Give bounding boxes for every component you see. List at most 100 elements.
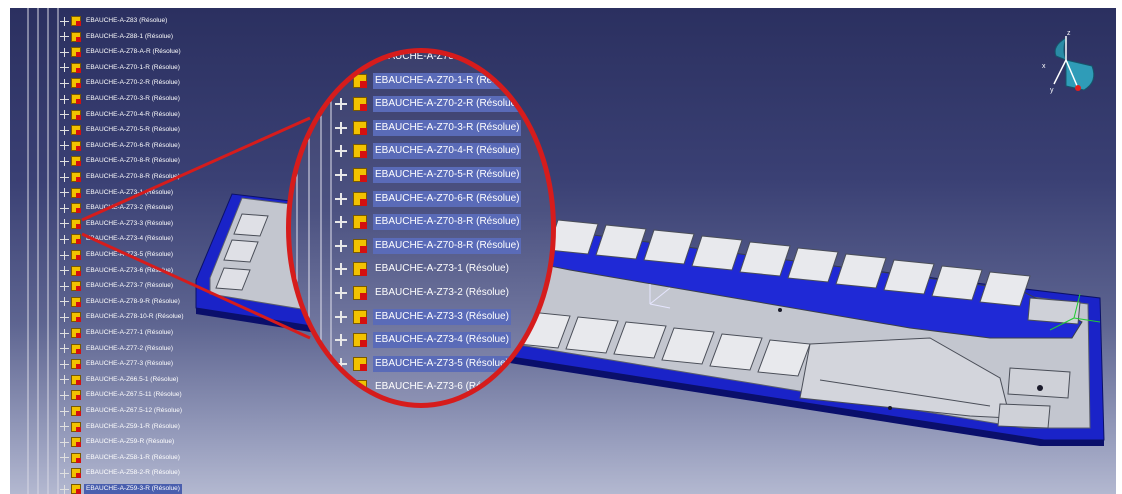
plus-node-icon[interactable]	[60, 16, 69, 26]
tree-item[interactable]: EBAUCHE-A-Z73-4 (Résolue)	[60, 232, 175, 246]
tree-item[interactable]: EBAUCHE-A-Z77-3 (Résolue)	[60, 357, 175, 371]
tree-item[interactable]: EBAUCHE-A-Z67.5-11 (Résolue)	[60, 388, 184, 402]
zoom-item-label: EBAUCHE-A-Z73-5 (Résolue)	[373, 355, 511, 372]
tree-item[interactable]: EBAUCHE-A-Z70-8-R (Résolue)	[60, 170, 182, 184]
tree-item[interactable]: EBAUCHE-A-Z70-3-R (Résolue)	[60, 92, 182, 106]
plus-node-icon[interactable]	[60, 32, 69, 42]
3d-viewport[interactable]: EBAUCHE-A-Z83 (Résolue) EBAUCHE-A-Z88-1 (…	[10, 8, 1116, 494]
tree-item[interactable]: EBAUCHE-A-Z70-4-R (Résolue)	[60, 108, 182, 122]
tree-item[interactable]: EBAUCHE-A-Z73-1 (Résolue)	[60, 186, 175, 200]
tree-item[interactable]: EBAUCHE-A-Z59-1-R (Résolue)	[60, 420, 182, 434]
plus-node-icon	[335, 357, 347, 370]
tree-item[interactable]: EBAUCHE-A-Z70-5-R (Résolue)	[60, 123, 182, 137]
tree-item[interactable]: EBAUCHE-A-Z59-3-R (Résolue)	[60, 482, 182, 494]
plus-node-icon[interactable]	[60, 328, 69, 338]
plus-node-icon[interactable]	[60, 203, 69, 213]
tree-item[interactable]: EBAUCHE-A-Z73-7 (Résolue)	[60, 279, 175, 293]
part-body-icon	[353, 215, 367, 230]
part-body-icon	[353, 262, 367, 277]
tree-item[interactable]: EBAUCHE-A-Z66.5-1 (Résolue)	[60, 373, 180, 387]
plus-node-icon[interactable]	[60, 78, 69, 88]
tree-item-label: EBAUCHE-A-Z73-3 (Résolue)	[86, 219, 174, 227]
plus-node-icon[interactable]	[60, 156, 69, 166]
tree-item[interactable]: EBAUCHE-A-Z67.5-12 (Résolue)	[60, 404, 184, 418]
plus-node-icon[interactable]	[60, 94, 69, 104]
zoom-item-label: EBAUCHE-A-Z70-2-R (Résolue)	[373, 96, 522, 113]
plus-node-icon[interactable]	[60, 437, 69, 447]
part-body-icon	[353, 333, 367, 348]
tree-item-label: EBAUCHE-A-Z67.5-12 (Résolue)	[86, 407, 183, 414]
tree-item[interactable]: EBAUCHE-A-Z73-6 (Résolue)	[60, 264, 175, 278]
plus-node-icon[interactable]	[60, 125, 69, 135]
part-body-icon	[71, 390, 81, 401]
plus-node-icon[interactable]	[60, 219, 69, 229]
plus-node-icon[interactable]	[60, 234, 69, 244]
plus-node-icon[interactable]	[60, 390, 69, 400]
part-body-icon	[71, 125, 81, 136]
plus-node-icon	[335, 53, 347, 63]
plus-node-icon[interactable]	[60, 266, 69, 276]
plus-node-icon[interactable]	[60, 188, 69, 198]
tree-item[interactable]: EBAUCHE-A-Z58-2-R (Résolue)	[60, 466, 182, 480]
tree-item-label: EBAUCHE-A-Z70-4-R (Résolue)	[86, 110, 180, 118]
plus-node-icon[interactable]	[60, 422, 69, 432]
plus-node-icon[interactable]	[60, 375, 69, 385]
part-body-icon	[71, 437, 81, 448]
plus-node-icon[interactable]	[60, 453, 69, 463]
tree-item[interactable]: EBAUCHE-A-Z88-1 (Résolue)	[60, 30, 175, 44]
tree-item[interactable]: EBAUCHE-A-Z78-A-R (Résolue)	[60, 45, 183, 59]
tree-item-label: EBAUCHE-A-Z66.5-1 (Résolue)	[86, 375, 179, 383]
specification-tree[interactable]: EBAUCHE-A-Z83 (Résolue) EBAUCHE-A-Z88-1 (…	[60, 8, 310, 494]
tree-item-label: EBAUCHE-A-Z83 (Résolue)	[86, 17, 168, 24]
plus-node-icon[interactable]	[60, 468, 69, 478]
tree-item[interactable]: EBAUCHE-A-Z73-2 (Résolue)	[60, 201, 175, 215]
plus-node-icon[interactable]	[60, 344, 69, 354]
plus-node-icon[interactable]	[60, 484, 69, 494]
plus-node-icon[interactable]	[60, 141, 69, 151]
part-body-icon	[71, 172, 81, 182]
tree-item-label: EBAUCHE-A-Z73-4 (Résolue)	[86, 235, 174, 243]
tree-item[interactable]: EBAUCHE-A-Z70-6-R (Résolue)	[60, 139, 182, 153]
tree-item-label: EBAUCHE-A-Z73-1 (Résolue)	[86, 188, 174, 196]
tree-item-label: EBAUCHE-A-Z73-7 (Résolue)	[86, 282, 174, 290]
plus-node-icon[interactable]	[60, 406, 69, 416]
part-body-icon	[353, 168, 367, 182]
tree-item-label: EBAUCHE-A-Z67.5-11 (Résolue)	[86, 391, 182, 399]
part-body-icon	[71, 156, 81, 167]
part-body-icon	[71, 265, 81, 276]
plus-node-icon	[335, 74, 347, 87]
plus-node-icon[interactable]	[60, 172, 69, 182]
part-body-icon	[71, 47, 81, 58]
zoom-tree-item: EBAUCHE-A-Z73-6 (Résolue)	[335, 377, 511, 397]
plus-node-icon[interactable]	[60, 110, 69, 120]
tree-item[interactable]: EBAUCHE-A-Z73-5 (Résolue)	[60, 248, 175, 262]
plus-node-icon[interactable]	[60, 297, 69, 307]
tree-item[interactable]: EBAUCHE-A-Z73-3 (Résolue)	[60, 217, 175, 231]
part-body-icon	[353, 144, 367, 159]
tree-item[interactable]: EBAUCHE-A-Z78-10-R (Résolue)	[60, 310, 186, 324]
tree-item-label: EBAUCHE-A-Z73-5 (Résolue)	[86, 251, 174, 258]
zoom-tree-item: EBAUCHE-A-Z70-6-R (Résolue)	[335, 189, 522, 209]
tree-item[interactable]: EBAUCHE-A-Z77-2 (Résolue)	[60, 342, 175, 356]
compass-z-label: z	[1067, 30, 1071, 37]
plus-node-icon[interactable]	[60, 47, 69, 57]
zoom-item-label: EBAUCHE-A-Z70-6-R (Résolue)	[373, 190, 522, 207]
tree-item[interactable]: EBAUCHE-A-Z59-R (Résolue)	[60, 435, 176, 449]
plus-node-icon	[335, 334, 347, 347]
tree-item[interactable]: EBAUCHE-A-Z77-1 (Résolue)	[60, 326, 175, 340]
tree-item[interactable]: EBAUCHE-A-Z78-9-R (Résolue)	[60, 295, 182, 309]
tree-item[interactable]: EBAUCHE-A-Z70-8-R (Résolue)	[60, 154, 182, 168]
tree-item[interactable]: EBAUCHE-A-Z58-1-R (Résolue)	[60, 451, 182, 465]
tree-item-label: EBAUCHE-A-Z70-2-R (Résolue)	[86, 79, 180, 87]
tree-item[interactable]: EBAUCHE-A-Z83 (Résolue)	[60, 14, 169, 28]
plus-node-icon[interactable]	[60, 63, 69, 73]
plus-node-icon[interactable]	[60, 359, 69, 369]
zoom-tree-item: EBAUCHE-A-Z73-2 (Résolue)	[335, 283, 511, 303]
part-body-icon	[71, 250, 81, 260]
tree-item[interactable]: EBAUCHE-A-Z70-1-R (Résolue)	[60, 61, 182, 75]
plus-node-icon[interactable]	[60, 281, 69, 291]
tree-item[interactable]: EBAUCHE-A-Z70-2-R (Résolue)	[60, 76, 182, 90]
compass-icon[interactable]: z x y	[1032, 26, 1112, 106]
plus-node-icon[interactable]	[60, 312, 69, 322]
plus-node-icon[interactable]	[60, 250, 69, 260]
